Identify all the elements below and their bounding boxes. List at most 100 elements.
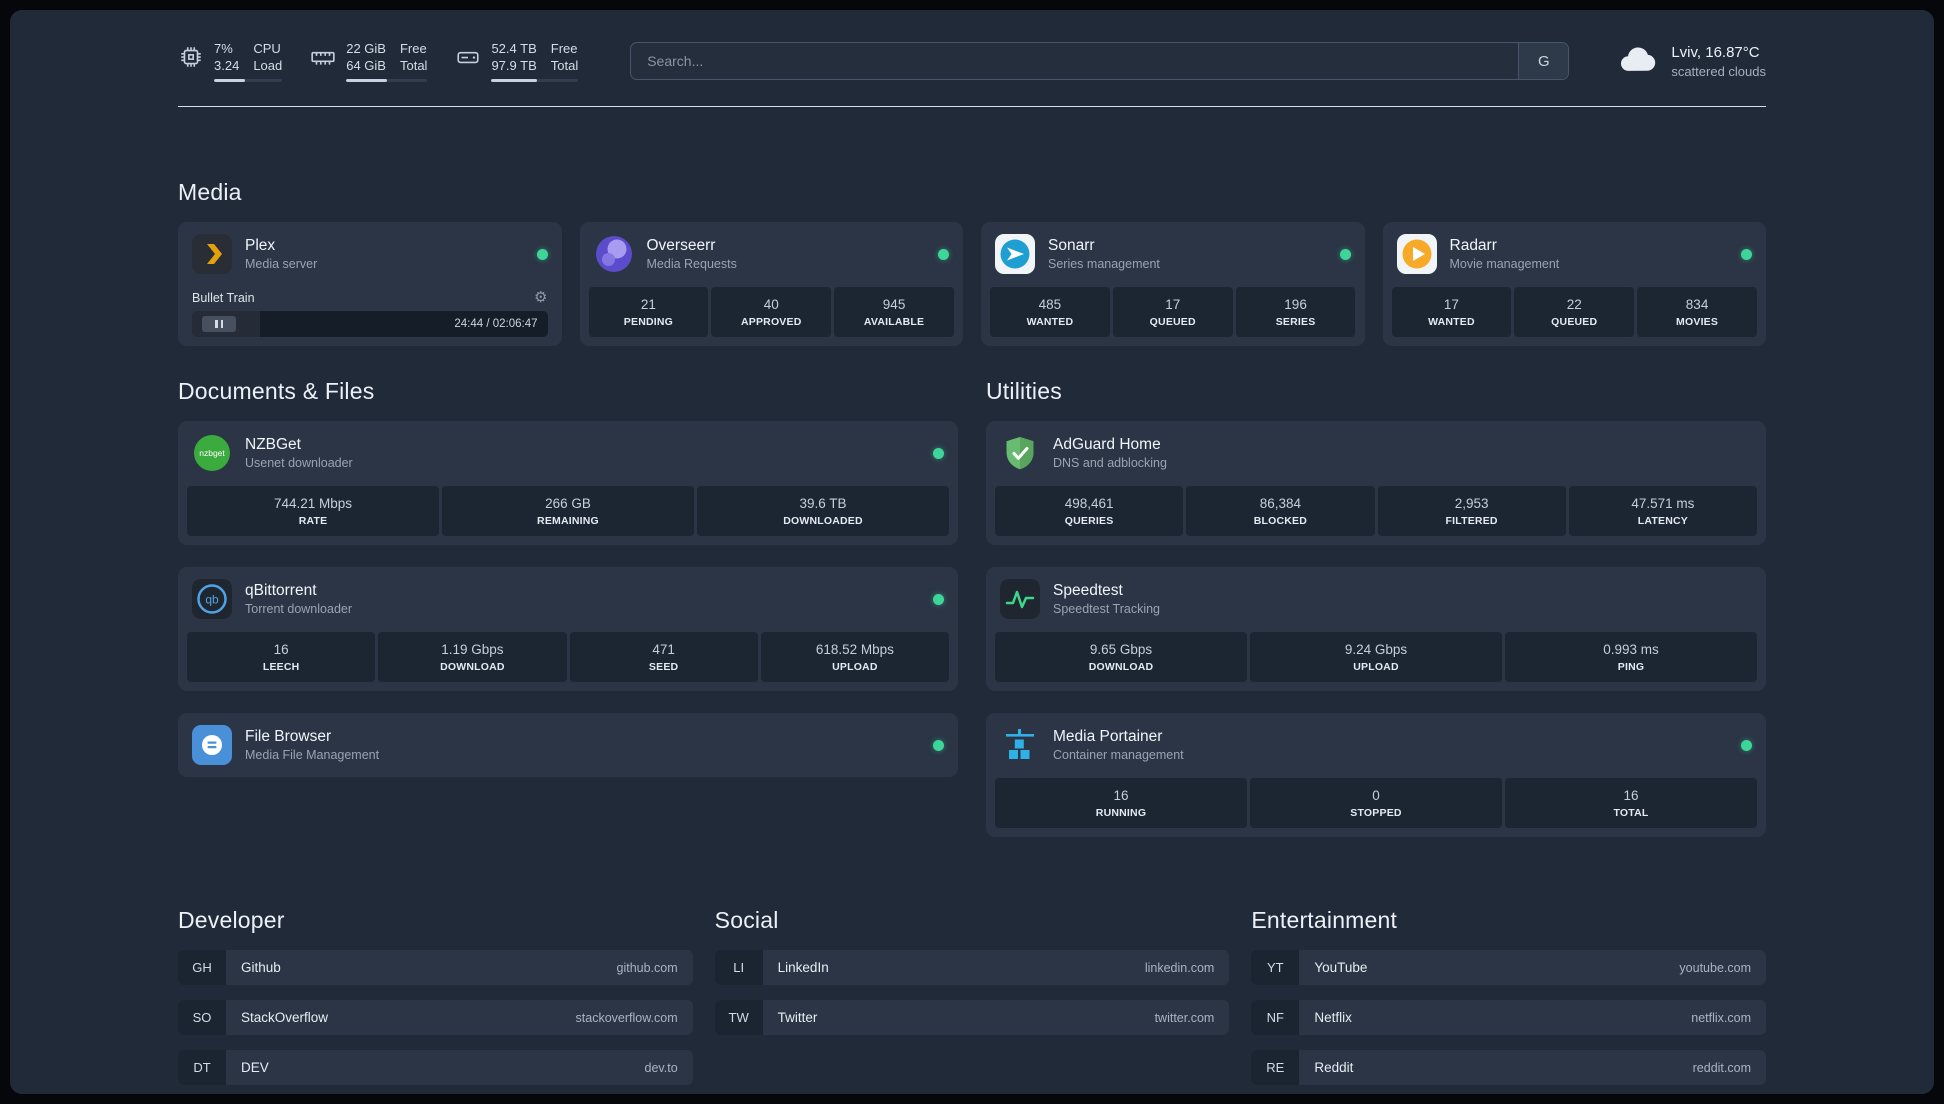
service-description: Container management <box>1053 747 1184 762</box>
bookmark-twitter[interactable]: TW Twitter twitter.com <box>714 1000 1230 1035</box>
bookmark-youtube[interactable]: YT YouTube youtube.com <box>1251 950 1766 985</box>
service-name: NZBGet <box>245 435 301 453</box>
bookmark-domain: stackoverflow.com <box>575 1010 678 1025</box>
bookmark-abbr: LI <box>714 950 763 985</box>
section-title-social: Social <box>714 907 779 933</box>
stat-tile: 47.571 ms LATENCY <box>1568 486 1757 536</box>
stat-tile: 196 SERIES <box>1235 287 1356 337</box>
service-card-qbittorrent[interactable]: qb qBittorrent Torrent downloader 16 LEEC… <box>178 567 958 691</box>
service-card-plex[interactable]: Plex Media server Bullet Train ⚙ 24:44 /… <box>178 222 562 346</box>
status-indicator <box>933 447 944 459</box>
search-input[interactable] <box>631 43 1519 79</box>
weather-location: Lviv, 16.87°C <box>1671 43 1760 61</box>
service-name: Overseerr <box>646 236 716 254</box>
bookmark-name: LinkedIn <box>777 960 829 975</box>
service-card-portainer[interactable]: Media Portainer Container management 16 R… <box>986 713 1766 837</box>
speedtest-icon <box>1000 579 1040 619</box>
bookmark-reddit[interactable]: RE Reddit reddit.com <box>1251 1050 1766 1085</box>
bookmark-name: Github <box>241 960 281 975</box>
nzbget-icon: nzbget <box>192 433 232 473</box>
bookmark-linkedin[interactable]: LI LinkedIn linkedin.com <box>714 950 1230 985</box>
service-name: Sonarr <box>1048 236 1095 254</box>
bookmark-dev[interactable]: DT DEV dev.to <box>178 1050 693 1085</box>
bookmark-name: DEV <box>241 1060 269 1075</box>
section-title-developer: Developer <box>178 907 285 933</box>
cpu-widget: 7% 3.24 CPU Load <box>178 40 283 82</box>
filebrowser-icon <box>192 725 232 765</box>
adguard-icon <box>1000 433 1040 473</box>
stat-tile: 485 WANTED <box>990 287 1110 337</box>
bookmark-abbr: TW <box>714 1000 763 1035</box>
stat-tile: 86,384 BLOCKED <box>1186 486 1375 536</box>
status-indicator <box>1741 248 1752 260</box>
plex-now-playing: Bullet Train ⚙ 24:44 / 02:06:47 <box>187 288 553 337</box>
bookmark-abbr: RE <box>1251 1050 1300 1085</box>
bookmark-name: Reddit <box>1314 1060 1354 1075</box>
service-card-overseerr[interactable]: Overseerr Media Requests 21 PENDING 40 APP… <box>579 222 963 346</box>
service-card-adguard[interactable]: AdGuard Home DNS and adblocking 498,461 Q… <box>986 421 1766 545</box>
weather-widget: Lviv, 16.87°C scattered clouds <box>1617 42 1766 81</box>
section-title-media: Media <box>178 179 242 205</box>
bookmark-stackoverflow[interactable]: SO StackOverflow stackoverflow.com <box>178 1000 693 1035</box>
stat-tile: 945 AVAILABLE <box>834 287 954 337</box>
disk-icon <box>455 44 481 70</box>
service-card-speedtest[interactable]: Speedtest Speedtest Tracking 9.65 Gbps DO… <box>986 567 1766 691</box>
bookmark-netflix[interactable]: NF Netflix netflix.com <box>1251 1000 1766 1035</box>
search-engine-button[interactable]: G <box>1518 43 1569 79</box>
service-card-nzbget[interactable]: nzbget NZBGet Usenet downloader 744.21 M… <box>178 421 958 545</box>
bookmark-domain: reddit.com <box>1692 1060 1751 1075</box>
status-indicator <box>536 248 548 260</box>
section-utilities: Utilities AdGuard Home DNS and adblockin… <box>986 378 1766 837</box>
stat-tile: 834 MOVIES <box>1637 287 1757 337</box>
service-name: Plex <box>245 236 276 254</box>
svg-text:qb: qb <box>205 593 219 607</box>
bookmark-abbr: GH <box>178 950 226 985</box>
bookmark-abbr: NF <box>1251 1000 1300 1035</box>
service-description: DNS and adblocking <box>1053 455 1167 470</box>
bookmark-name: Twitter <box>777 1010 818 1025</box>
service-description: Media File Management <box>245 747 380 762</box>
stat-tile: 0 STOPPED <box>1250 778 1502 828</box>
stat-tile: 16 TOTAL <box>1505 778 1757 828</box>
stat-tile: 9.24 Gbps UPLOAD <box>1250 632 1502 682</box>
status-indicator <box>1741 739 1752 751</box>
stat-tile: 17 QUEUED <box>1112 287 1233 337</box>
section-documents: Documents & Files nzbget NZBGet Usenet d… <box>178 378 958 777</box>
svg-text:nzbget: nzbget <box>199 448 225 458</box>
bookmark-abbr: SO <box>178 1000 226 1035</box>
bookmark-github[interactable]: GH Github github.com <box>178 950 693 985</box>
bookmark-group-developer: Developer GH Github github.com SO StackO… <box>178 907 693 1085</box>
bookmark-name: YouTube <box>1314 960 1368 975</box>
service-name: qBittorrent <box>245 581 317 599</box>
stat-tile: 266 GB REMAINING <box>442 486 694 536</box>
gear-icon[interactable]: ⚙ <box>534 290 547 305</box>
service-description: Media Requests <box>646 256 737 271</box>
memory-labels: Free Total <box>399 41 428 73</box>
radarr-icon <box>1396 234 1437 274</box>
disk-labels: Free Total <box>550 41 579 73</box>
stat-tile: 17 WANTED <box>1391 287 1512 337</box>
disk-usage-bar <box>491 79 579 82</box>
memory-values: 22 GiB 64 GiB <box>346 41 386 73</box>
service-card-radarr[interactable]: Radarr Movie management 17 WANTED 22 QUEUE… <box>1382 222 1766 346</box>
overseerr-icon <box>594 234 634 274</box>
weather-condition: scattered clouds <box>1671 63 1766 79</box>
service-description: Usenet downloader <box>245 455 353 470</box>
playback-progress-bar[interactable]: 24:44 / 02:06:47 <box>192 311 548 337</box>
service-card-filebrowser[interactable]: File Browser Media File Management <box>178 713 958 777</box>
qbittorrent-icon: qb <box>192 579 232 619</box>
bookmark-group-social: Social LI LinkedIn linkedin.com TW Twitt… <box>714 907 1230 1035</box>
bookmark-domain: github.com <box>616 960 678 975</box>
cpu-values: 7% 3.24 <box>214 41 240 73</box>
stat-tile: 498,461 QUERIES <box>995 486 1184 536</box>
service-name: File Browser <box>245 727 332 745</box>
stat-tile: 9.65 Gbps DOWNLOAD <box>995 632 1247 682</box>
service-name: Radarr <box>1449 236 1497 254</box>
bookmark-domain: dev.to <box>644 1060 678 1075</box>
memory-widget: 22 GiB 64 GiB Free Total <box>310 40 428 82</box>
bookmark-name: Netflix <box>1314 1010 1352 1025</box>
service-card-sonarr[interactable]: Sonarr Series management 485 WANTED 17 QUE… <box>981 222 1365 346</box>
pause-button[interactable] <box>202 316 236 332</box>
cpu-usage-bar <box>214 79 283 82</box>
section-title-documents: Documents & Files <box>178 378 375 404</box>
